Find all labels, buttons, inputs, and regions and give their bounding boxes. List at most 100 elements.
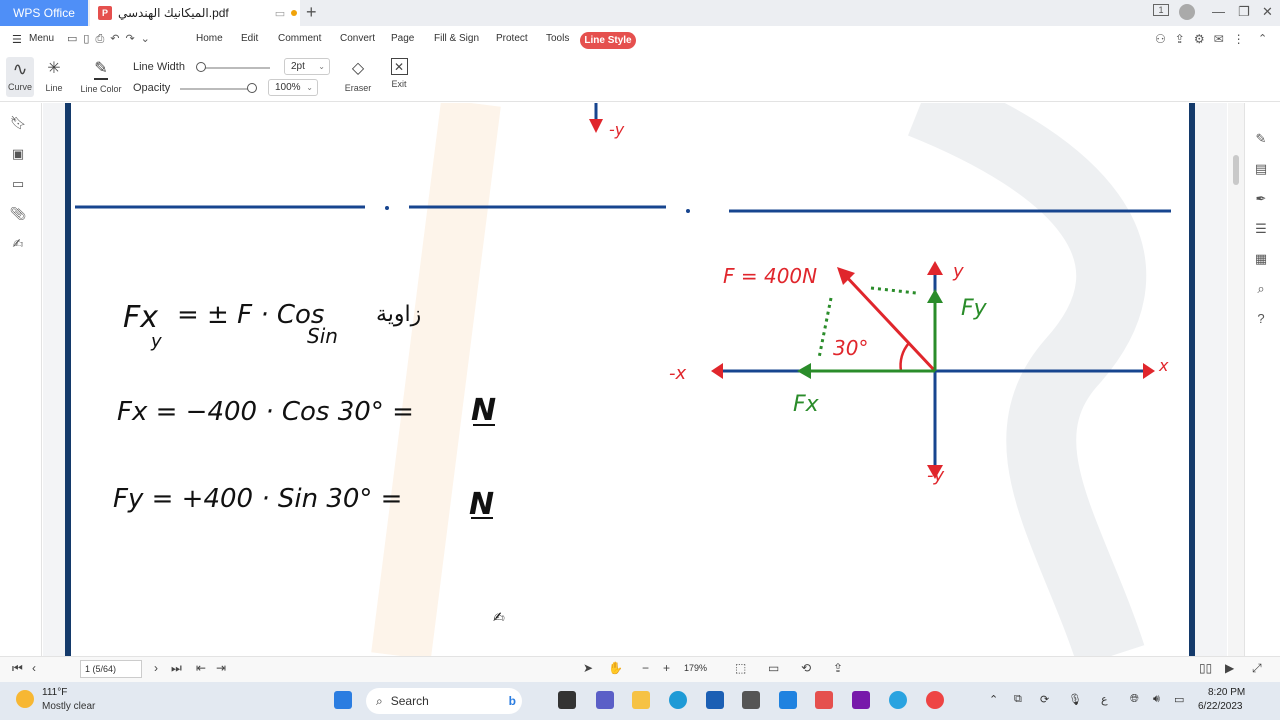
next-page-icon[interactable]: ›: [154, 661, 158, 675]
tab-fill-sign[interactable]: Fill & Sign: [434, 33, 479, 44]
file-explorer-icon[interactable]: [632, 691, 650, 709]
attachment-icon[interactable]: 📎︎: [8, 206, 28, 222]
line-width-slider[interactable]: [200, 67, 270, 69]
sign-icon[interactable]: ✒: [1251, 191, 1271, 207]
volume-icon[interactable]: 🔊︎: [1153, 693, 1160, 706]
monitor-icon[interactable]: ▭: [275, 7, 285, 20]
first-page-icon[interactable]: ⏮: [12, 661, 23, 676]
microphone-icon[interactable]: 🎙︎: [1068, 693, 1082, 706]
telegram-icon[interactable]: [889, 691, 907, 709]
tab-line-style[interactable]: Line Style: [580, 32, 636, 49]
line-tool-button[interactable]: ✳ Line: [44, 58, 64, 93]
fit-page-icon[interactable]: ⬚: [735, 661, 746, 675]
weather-temp[interactable]: 111°F: [42, 687, 67, 698]
document-tab[interactable]: P الميكانيك الهندسي.pdf ▭: [90, 0, 300, 26]
eraser-button[interactable]: ◇ Eraser: [342, 58, 374, 93]
tab-page[interactable]: Page: [391, 33, 414, 44]
line-color-button[interactable]: ✎ Line Color: [78, 58, 124, 94]
opacity-slider[interactable]: [180, 88, 256, 90]
eq1-arabic: زاوية: [376, 302, 421, 327]
clock-time[interactable]: 8:20 PM: [1208, 687, 1245, 698]
tray-app-icon[interactable]: ⧉: [1014, 693, 1022, 706]
quick-access-icons[interactable]: ▭▯⎙↶↷⌄: [67, 32, 156, 46]
bookmark-icon[interactable]: 🔖︎: [8, 115, 28, 131]
teams-icon[interactable]: [596, 691, 614, 709]
weather-description[interactable]: Mostly clear: [42, 701, 95, 712]
select-cursor-icon[interactable]: ➤: [583, 661, 593, 675]
minimize-icon[interactable]: —: [1212, 4, 1225, 19]
zoom-level[interactable]: 179%: [684, 663, 707, 673]
menu-right-icons[interactable]: ⚇⇪⚙✉⋮: [1155, 32, 1254, 46]
line-width-dropdown[interactable]: 2pt ⌄: [284, 58, 330, 75]
back-view-icon[interactable]: ⇤: [196, 661, 206, 675]
pen-icon: ✎: [94, 58, 108, 80]
menu-button[interactable]: Menu: [29, 33, 54, 44]
opacity-slider-thumb[interactable]: [247, 83, 257, 93]
page-number-input[interactable]: 1 (5/64): [80, 660, 142, 678]
play-icon[interactable]: ▶: [1225, 661, 1234, 675]
prev-page-icon[interactable]: ‹: [32, 661, 36, 675]
zoom-in-icon[interactable]: +: [663, 661, 670, 675]
recorder-icon[interactable]: [926, 691, 944, 709]
help-icon[interactable]: ?: [1251, 311, 1271, 326]
zoom-out-icon[interactable]: −: [642, 661, 649, 675]
opacity-dropdown[interactable]: 100% ⌄: [268, 79, 318, 96]
avatar[interactable]: [1179, 4, 1195, 20]
edit-icon[interactable]: ✎: [1251, 131, 1271, 147]
separator-dot-1: [385, 206, 389, 210]
tab-protect[interactable]: Protect: [496, 33, 528, 44]
scrollbar-thumb[interactable]: [1233, 155, 1239, 185]
restore-icon[interactable]: ❐: [1238, 4, 1250, 20]
tab-tools[interactable]: Tools: [546, 33, 569, 44]
clock-date[interactable]: 6/22/2023: [1198, 701, 1243, 712]
tab-convert[interactable]: Convert: [340, 33, 375, 44]
list-icon[interactable]: ☰: [1251, 221, 1271, 237]
taskbar-search[interactable]: ⌕ Search b: [366, 688, 522, 714]
last-page-icon[interactable]: ⏭: [171, 661, 182, 676]
task-view-icon[interactable]: [558, 691, 576, 709]
thumbnail-icon[interactable]: ▣: [8, 146, 28, 162]
app-m-icon[interactable]: [742, 691, 760, 709]
edge-icon[interactable]: [669, 691, 687, 709]
sync-icon[interactable]: ⟳: [1040, 693, 1049, 706]
page-layout-icon[interactable]: ▭: [768, 661, 779, 675]
comment-icon[interactable]: ▭: [8, 176, 28, 192]
store-icon[interactable]: [706, 691, 724, 709]
exit-button[interactable]: ✕ Exit: [389, 58, 409, 89]
notes-icon[interactable]: [779, 691, 797, 709]
network-icon[interactable]: 🌐︎: [1130, 693, 1139, 706]
search-icon[interactable]: ⌕: [1251, 281, 1271, 297]
signature-icon[interactable]: ✍︎: [8, 236, 28, 252]
vertical-scrollbar[interactable]: [1228, 103, 1244, 656]
curve-tool-button[interactable]: ∿ Curve: [6, 57, 34, 97]
windows-start-icon[interactable]: [334, 691, 352, 709]
onenote-icon[interactable]: [852, 691, 870, 709]
form-icon[interactable]: ▦: [1251, 251, 1271, 267]
forward-view-icon[interactable]: ⇥: [216, 661, 226, 675]
page-canvas[interactable]: -y Fx y = ± F · Cos Sin زاوية Fx = −400 …: [71, 103, 1189, 656]
watermark-stroke: [371, 103, 501, 656]
tray-overflow-icon[interactable]: ⌃: [989, 693, 998, 706]
language-indicator[interactable]: ع: [1101, 693, 1108, 706]
fullscreen-icon[interactable]: ⤢: [1252, 661, 1262, 676]
line-width-slider-thumb[interactable]: [196, 62, 206, 72]
weather-moon-icon[interactable]: [16, 690, 34, 708]
badge-count[interactable]: 1: [1153, 4, 1169, 16]
eq3: Fy = +400 · Sin 30° =: [113, 484, 402, 514]
hand-tool-icon[interactable]: ✋: [608, 661, 623, 675]
wps-taskbar-icon[interactable]: [815, 691, 833, 709]
rotate-icon[interactable]: ⟲: [801, 661, 811, 675]
read-mode-icon[interactable]: ▯▯: [1199, 661, 1212, 675]
tab-edit[interactable]: Edit: [241, 33, 258, 44]
eraser-icon: ◇: [351, 60, 365, 77]
new-tab-button[interactable]: +: [306, 2, 317, 23]
tab-comment[interactable]: Comment: [278, 33, 321, 44]
collapse-ribbon-icon[interactable]: ⌃: [1258, 32, 1267, 45]
battery-icon[interactable]: ▭: [1174, 693, 1184, 706]
hamburger-icon[interactable]: ☰: [12, 33, 22, 46]
tab-home[interactable]: Home: [196, 33, 223, 44]
wps-office-tab[interactable]: WPS Office: [0, 0, 88, 26]
export-icon[interactable]: ⇪: [833, 661, 843, 675]
close-icon[interactable]: ✕: [1262, 4, 1273, 20]
document-icon[interactable]: ▤: [1251, 161, 1271, 177]
